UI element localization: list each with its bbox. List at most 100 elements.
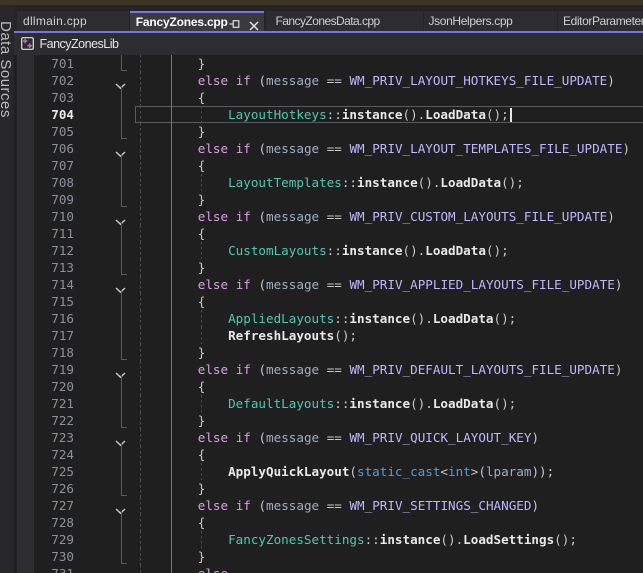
code-row-730: 730 } <box>14 548 643 565</box>
code-line-text[interactable]: { <box>137 378 205 395</box>
code-row-722: 722 } <box>14 412 643 429</box>
code-row-727: 727 else if (message == WM_PRIV_SETTINGS… <box>14 497 643 514</box>
code-line-text[interactable]: else if (message == WM_PRIV_SETTINGS_CHA… <box>137 497 539 514</box>
code-row-716: 716 AppliedLayouts::instance().LoadData(… <box>14 310 643 327</box>
document-tab-bar: dllmain.cppFancyZones.cpp FancyZonesData.… <box>14 5 643 33</box>
code-line-text[interactable]: else <box>137 565 228 573</box>
code-line-text[interactable]: else if (message == WM_PRIV_DEFAULT_LAYO… <box>137 361 622 378</box>
code-line-text[interactable]: { <box>137 89 205 106</box>
code-line-text[interactable]: RefreshLayouts(); <box>137 327 357 344</box>
tab-label: FancyZonesData.cpp <box>276 11 380 31</box>
line-number: 729 <box>34 531 74 548</box>
code-line-text[interactable]: DefaultLayouts::instance().LoadData(); <box>137 395 516 412</box>
fold-region-end-tick <box>121 206 127 207</box>
code-line-text[interactable]: else if (message == WM_PRIV_QUICK_LAYOUT… <box>137 429 539 446</box>
code-row-701: 701 } <box>14 55 643 72</box>
code-row-702: 702 else if (message == WM_PRIV_LAYOUT_H… <box>14 72 643 89</box>
tab-label: EditorParameters.cpp <box>563 11 643 31</box>
close-icon[interactable] <box>249 18 259 32</box>
code-row-729: 729 FancyZonesSettings::instance().LoadS… <box>14 531 643 548</box>
project-dropdown[interactable]: FancyZonesLib <box>40 33 119 55</box>
fold-region-end-tick <box>121 274 127 275</box>
tab-editorparameters-cpp[interactable]: EditorParameters.cpp <box>558 11 643 31</box>
code-line-text[interactable]: } <box>137 123 205 140</box>
fold-region-line <box>121 123 122 139</box>
tab-jsonhelpers-cpp[interactable]: JsonHelpers.cpp <box>424 11 558 31</box>
code-row-725: 725 ApplyQuickLayout(static_cast<int>(lp… <box>14 463 643 480</box>
code-row-706: 706 else if (message == WM_PRIV_LAYOUT_T… <box>14 140 643 157</box>
line-number: 713 <box>34 259 74 276</box>
fold-region-line <box>121 480 122 496</box>
tab-label: JsonHelpers.cpp <box>429 11 513 31</box>
code-line-text[interactable]: { <box>137 157 205 174</box>
code-line-text[interactable]: } <box>137 480 205 497</box>
fold-region-line <box>121 395 122 412</box>
pin-icon[interactable] <box>229 17 240 31</box>
left-tool-strip: Data Sources <box>0 5 14 573</box>
window-top-edge <box>0 0 643 5</box>
code-row-714: 714 else if (message == WM_PRIV_APPLIED_… <box>14 276 643 293</box>
code-line-text[interactable]: FancyZonesSettings::instance().LoadSetti… <box>137 531 577 548</box>
line-number: 718 <box>34 344 74 361</box>
code-row-713: 713 } <box>14 259 643 276</box>
fold-region-line <box>121 446 122 463</box>
line-number: 720 <box>34 378 74 395</box>
code-row-704: 704 LayoutHotkeys::instance().LoadData()… <box>14 106 643 123</box>
code-line-text[interactable]: } <box>137 259 205 276</box>
code-line-text[interactable]: AppliedLayouts::instance().LoadData(); <box>137 310 516 327</box>
line-number: 721 <box>34 395 74 412</box>
cpp-project-icon <box>21 37 34 55</box>
code-line-text[interactable]: else if (message == WM_PRIV_LAYOUT_HOTKE… <box>137 72 615 89</box>
code-line-text[interactable]: } <box>137 344 205 361</box>
code-line-text[interactable]: ApplyQuickLayout(static_cast<int>(lparam… <box>137 463 554 480</box>
code-line-text[interactable]: else if (message == WM_PRIV_APPLIED_LAYO… <box>137 276 622 293</box>
code-line-text[interactable]: else if (message == WM_PRIV_LAYOUT_TEMPL… <box>137 140 630 157</box>
code-row-709: 709 } <box>14 191 643 208</box>
fold-region-line <box>121 174 122 191</box>
code-row-721: 721 DefaultLayouts::instance().LoadData(… <box>14 395 643 412</box>
code-row-711: 711 { <box>14 225 643 242</box>
tab-fancyzonesdata-cpp[interactable]: FancyZonesData.cpp <box>266 11 423 31</box>
code-line-text[interactable]: { <box>137 514 205 531</box>
fold-region-line <box>121 55 122 71</box>
line-number: 712 <box>34 242 74 259</box>
code-row-705: 705 } <box>14 123 643 140</box>
fold-region-line <box>121 344 122 360</box>
navigation-bar: FancyZonesLib <box>14 33 643 55</box>
line-number: 707 <box>34 157 74 174</box>
tab-dllmain-cpp[interactable]: dllmain.cpp <box>17 11 128 31</box>
line-number: 706 <box>34 140 74 157</box>
tab-fancyzones-cpp[interactable]: FancyZones.cpp <box>130 11 265 31</box>
code-line-text[interactable]: { <box>137 225 205 242</box>
code-line-text[interactable]: { <box>137 446 205 463</box>
code-line-text[interactable]: } <box>137 548 205 565</box>
code-line-text[interactable]: CustomLayouts::instance().LoadData(); <box>137 242 509 259</box>
line-number: 711 <box>34 225 74 242</box>
sidebar-tab-data-sources[interactable]: Data Sources <box>0 21 14 118</box>
fold-region-end-tick <box>121 427 127 428</box>
code-line-text[interactable]: LayoutHotkeys::instance().LoadData(); <box>137 106 509 123</box>
code-line-text[interactable]: } <box>137 191 205 208</box>
code-line-text[interactable]: } <box>137 412 205 429</box>
line-number: 716 <box>34 310 74 327</box>
code-line-text[interactable]: { <box>137 293 205 310</box>
code-row-728: 728 { <box>14 514 643 531</box>
fold-region-line <box>121 191 122 207</box>
fold-region-line <box>121 378 122 395</box>
line-number: 722 <box>34 412 74 429</box>
line-number: 724 <box>34 446 74 463</box>
code-line-text[interactable]: LayoutTemplates::instance().LoadData(); <box>137 174 524 191</box>
line-number: 730 <box>34 548 74 565</box>
fold-region-line <box>121 242 122 259</box>
code-row-726: 726 } <box>14 480 643 497</box>
fold-region-end-tick <box>121 359 127 360</box>
code-line-text[interactable]: else if (message == WM_PRIV_CUSTOM_LAYOU… <box>137 208 615 225</box>
code-row-720: 720 { <box>14 378 643 395</box>
line-number: 705 <box>34 123 74 140</box>
fold-region-line <box>121 310 122 327</box>
code-editor[interactable]: 701 }702 else if (message == WM_PRIV_LAY… <box>14 55 643 573</box>
code-row-715: 715 { <box>14 293 643 310</box>
fold-region-end-tick <box>121 563 127 564</box>
line-number: 703 <box>34 89 74 106</box>
code-line-text[interactable]: } <box>137 55 205 72</box>
